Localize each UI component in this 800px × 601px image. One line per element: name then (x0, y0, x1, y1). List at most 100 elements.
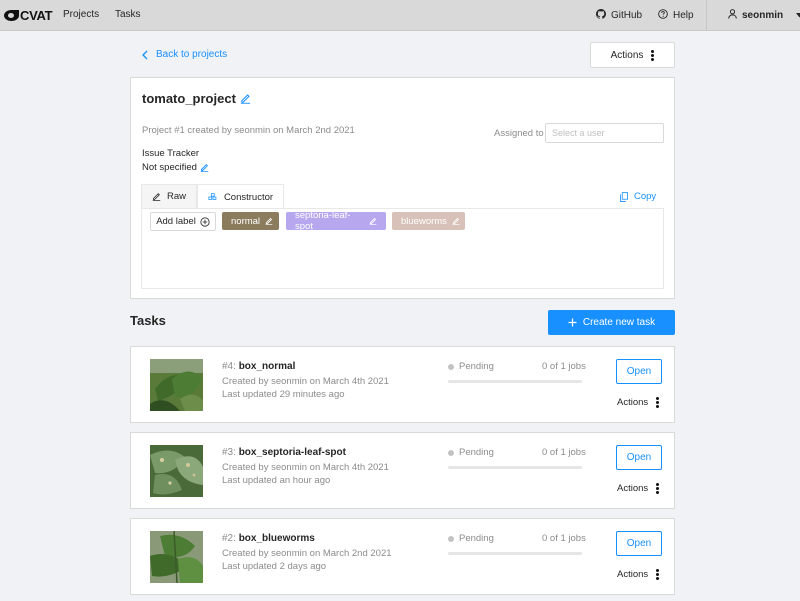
task-title: box_normal (238, 361, 296, 372)
add-label-button[interactable]: Add label (150, 212, 216, 231)
task-progress-bar (448, 552, 582, 555)
status-dot-icon (448, 363, 454, 370)
project-title-row: tomato_project (142, 91, 251, 106)
question-circle-icon (658, 9, 668, 22)
edit-icon[interactable] (200, 163, 209, 172)
task-card: #4: box_normal Created by seonmin on Mar… (130, 346, 675, 423)
help-link[interactable]: Help (658, 9, 694, 22)
task-preview-image (150, 531, 203, 583)
task-created: Created by seonmin on March 4th 2021 (222, 462, 389, 473)
task-updated: Last updated 29 minutes ago (222, 389, 345, 400)
edit-icon (152, 192, 161, 201)
more-vertical-icon (656, 397, 660, 408)
status-label: Pending (459, 361, 494, 372)
more-vertical-icon (656, 569, 660, 580)
task-preview-image (150, 445, 203, 497)
assignee-select[interactable]: Select a user (545, 123, 664, 143)
task-jobs-count: 0 of 1 jobs (542, 533, 586, 544)
copy-label: Copy (634, 191, 657, 202)
issue-tracker-row: Not specified (142, 162, 209, 173)
top-navbar: CVAT Projects Tasks GitHub Help seonmin (0, 0, 800, 31)
label-name: normal (231, 215, 261, 227)
status-dot-icon (448, 449, 454, 456)
project-details-card: tomato_project Project #1 created by seo… (130, 77, 675, 299)
task-created: Created by seonmin on March 2nd 2021 (222, 548, 392, 559)
task-id: #4: (222, 361, 236, 372)
task-id: #2: (222, 533, 236, 544)
task-title: box_blueworms (238, 533, 315, 544)
open-task-button[interactable]: Open (616, 359, 662, 384)
username-label: seonmin (742, 10, 784, 21)
project-actions-button[interactable]: Actions (590, 42, 675, 68)
actions-label: Actions (617, 569, 649, 580)
task-created: Created by seonmin on March 4th 2021 (222, 376, 389, 387)
task-status: Pending (448, 361, 494, 372)
task-name[interactable]: #2: box_blueworms (222, 533, 315, 544)
status-label: Pending (459, 447, 494, 458)
header-divider (706, 0, 707, 31)
assigned-to-label: Assigned to (494, 128, 544, 139)
help-label: Help (673, 10, 694, 21)
task-card: #3: box_septoria-leaf-spot Created by se… (130, 432, 675, 509)
user-icon (728, 9, 737, 22)
task-name[interactable]: #4: box_normal (222, 361, 295, 372)
task-jobs-count: 0 of 1 jobs (542, 447, 586, 458)
nav-projects[interactable]: Projects (63, 9, 99, 20)
label-chip-septoria-leaf-spot[interactable]: septoria-leaf-spot (286, 210, 386, 232)
chevron-left-icon (142, 50, 148, 60)
task-actions-button[interactable]: Actions (617, 483, 660, 494)
task-name[interactable]: #3: box_septoria-leaf-spot (222, 447, 346, 458)
open-task-button[interactable]: Open (616, 531, 662, 556)
label-chip-normal[interactable]: normal (222, 212, 279, 230)
edit-icon[interactable] (240, 93, 251, 104)
task-jobs-count: 0 of 1 jobs (542, 361, 586, 372)
cvat-logo[interactable]: CVAT (4, 7, 53, 23)
edit-icon (369, 217, 377, 225)
task-card: #2: box_blueworms Created by seonmin on … (130, 518, 675, 595)
task-preview-image (150, 359, 203, 411)
label-name: blueworms (401, 215, 447, 227)
tab-constructor[interactable]: Constructor (197, 184, 284, 209)
tab-raw-label: Raw (166, 191, 186, 202)
task-id: #3: (222, 447, 236, 458)
task-actions-button[interactable]: Actions (617, 397, 660, 408)
tasks-heading: Tasks (130, 313, 166, 328)
edit-icon (452, 217, 460, 225)
task-progress-bar (448, 380, 582, 383)
label-name: septoria-leaf-spot (295, 210, 351, 232)
status-dot-icon (448, 535, 454, 542)
caret-down-icon (796, 10, 800, 21)
create-new-task-button[interactable]: Create new task (548, 310, 675, 335)
more-vertical-icon (651, 49, 655, 61)
more-vertical-icon (656, 483, 660, 494)
back-link-label: Back to projects (156, 49, 228, 60)
task-title: box_septoria-leaf-spot (238, 447, 346, 458)
open-task-button[interactable]: Open (616, 445, 662, 470)
copy-button[interactable]: Copy (620, 191, 656, 202)
task-updated: Last updated an hour ago (222, 475, 331, 486)
github-label: GitHub (611, 10, 643, 21)
actions-label: Actions (617, 483, 649, 494)
task-progress-bar (448, 466, 582, 469)
tab-constructor-label: Constructor (223, 191, 274, 203)
task-actions-button[interactable]: Actions (617, 569, 660, 580)
plus-circle-icon (200, 216, 210, 227)
label-chip-blueworms[interactable]: blueworms (392, 212, 465, 230)
create-task-label: Create new task (582, 317, 656, 328)
add-label-text: Add label (156, 216, 196, 227)
task-updated: Last updated 2 days ago (222, 561, 327, 572)
task-status: Pending (448, 447, 494, 458)
logo-text: CVAT (20, 7, 53, 23)
cvat-eye-icon (4, 9, 19, 21)
github-link[interactable]: GitHub (596, 9, 642, 22)
plus-icon (568, 318, 577, 327)
actions-label: Actions (610, 49, 644, 61)
build-icon (208, 193, 218, 201)
github-icon (596, 9, 606, 22)
nav-tasks[interactable]: Tasks (115, 9, 141, 20)
status-label: Pending (459, 533, 494, 544)
task-status: Pending (448, 533, 494, 544)
tab-raw[interactable]: Raw (141, 184, 197, 208)
user-menu[interactable]: seonmin (728, 9, 800, 22)
back-to-projects-link[interactable]: Back to projects (142, 49, 227, 60)
